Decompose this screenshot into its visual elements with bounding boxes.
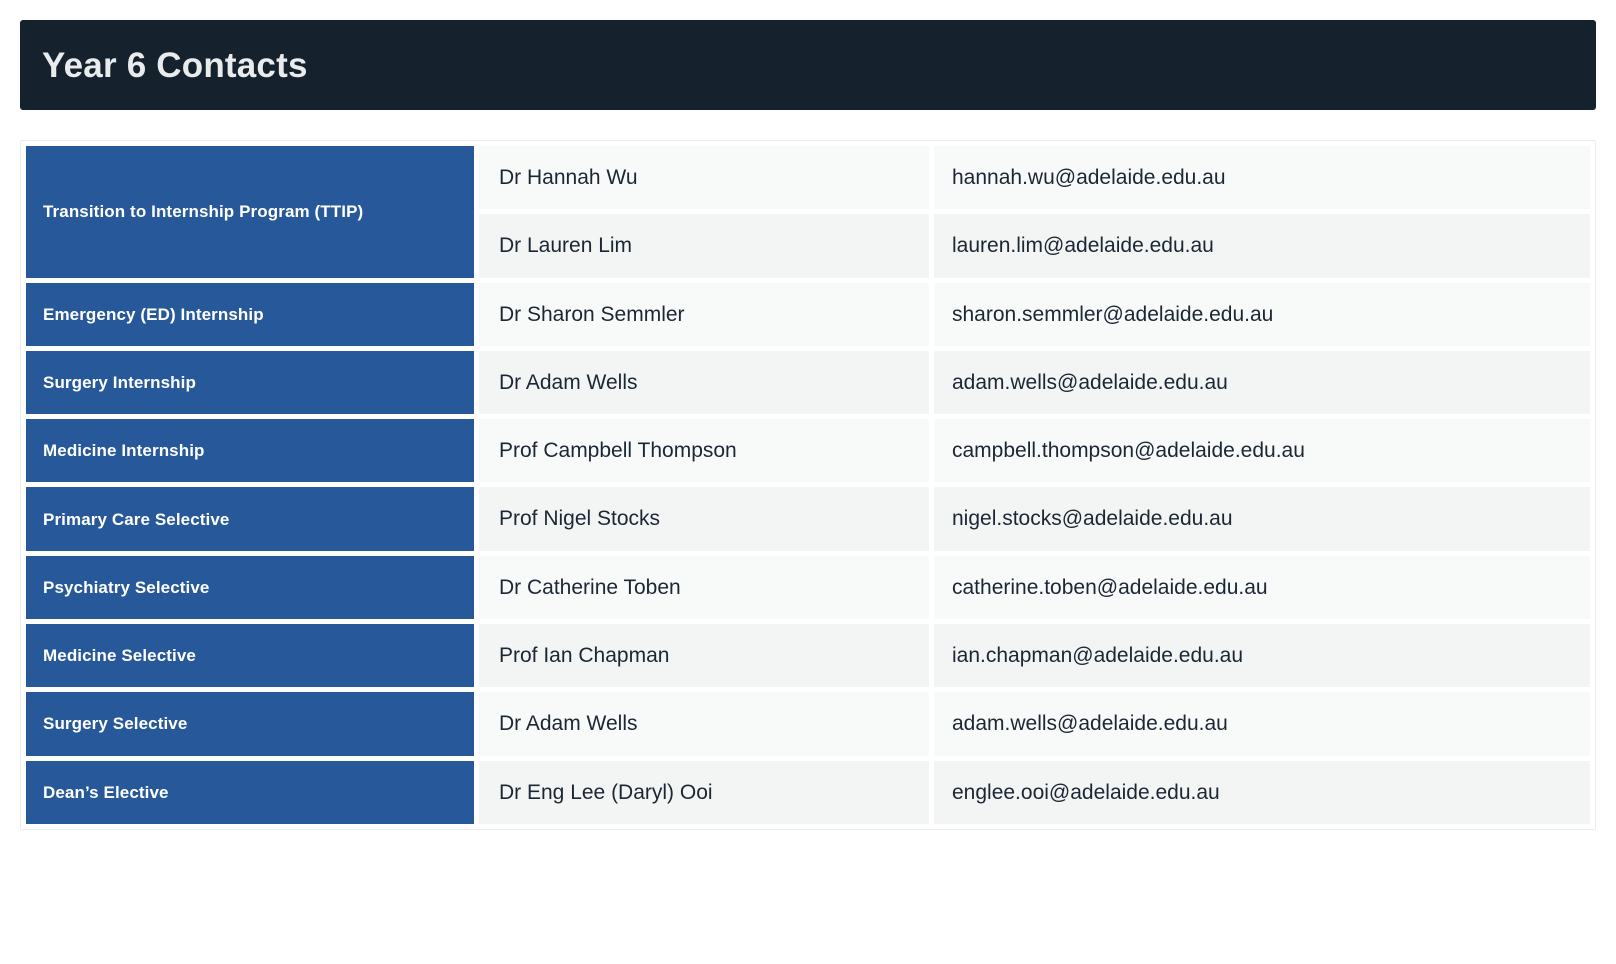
contact-name-cell: Dr Catherine Toben (479, 555, 929, 620)
program-cell: Transition to Internship Program (TTIP) (26, 146, 474, 278)
contact-name-cell: Dr Lauren Lim (479, 214, 929, 278)
page-title: Year 6 Contacts (42, 45, 308, 85)
table-row: Medicine Internship Prof Campbell Thompso… (26, 419, 1590, 483)
contact-email-cell[interactable]: catherine.toben@adelaide.edu.au (934, 555, 1590, 620)
contact-email-cell[interactable]: campbell.thompson@adelaide.edu.au (934, 419, 1590, 483)
program-cell: Surgery Internship (26, 350, 474, 415)
contact-email-cell[interactable]: lauren.lim@adelaide.edu.au (934, 214, 1590, 278)
table-row: Dean’s Elective Dr Eng Lee (Daryl) Ooi eng… (26, 760, 1590, 824)
contact-name-cell: Prof Campbell Thompson (479, 419, 929, 483)
contact-name-cell: Dr Adam Wells (479, 350, 929, 415)
contact-email-cell[interactable]: nigel.stocks@adelaide.edu.au (934, 487, 1590, 551)
contact-email-cell[interactable]: ian.chapman@adelaide.edu.au (934, 624, 1590, 688)
program-cell: Medicine Internship (26, 419, 474, 483)
program-cell: Emergency (ED) Internship (26, 282, 474, 346)
table-row: Emergency (ED) Internship Dr Sharon Semml… (26, 282, 1590, 346)
year-6-contacts-table: Transition to Internship Program (TTIP) D… (21, 141, 1595, 829)
contact-name-cell: Dr Eng Lee (Daryl) Ooi (479, 760, 929, 824)
table-row: Surgery Selective Dr Adam Wells adam.wells… (26, 692, 1590, 756)
table-row: Primary Care Selective Prof Nigel Stocks n… (26, 487, 1590, 551)
contact-name-cell: Prof Ian Chapman (479, 624, 929, 688)
contact-email-cell[interactable]: sharon.semmler@adelaide.edu.au (934, 282, 1590, 346)
contact-name-cell: Dr Adam Wells (479, 692, 929, 756)
contact-email-cell[interactable]: adam.wells@adelaide.edu.au (934, 350, 1590, 415)
program-cell: Surgery Selective (26, 692, 474, 756)
program-cell: Medicine Selective (26, 624, 474, 688)
contact-name-cell: Prof Nigel Stocks (479, 487, 929, 551)
page-header-banner: Year 6 Contacts (20, 20, 1596, 110)
program-cell: Primary Care Selective (26, 487, 474, 551)
contact-name-cell: Dr Hannah Wu (479, 146, 929, 210)
contact-email-cell[interactable]: englee.ooi@adelaide.edu.au (934, 760, 1590, 824)
table-row: Psychiatry Selective Dr Catherine Toben ca… (26, 555, 1590, 620)
contacts-table-container: Transition to Internship Program (TTIP) D… (20, 140, 1596, 830)
contact-email-cell[interactable]: adam.wells@adelaide.edu.au (934, 692, 1590, 756)
table-row: Surgery Internship Dr Adam Wells adam.well… (26, 350, 1590, 415)
contact-email-cell[interactable]: hannah.wu@adelaide.edu.au (934, 146, 1590, 210)
table-row: Transition to Internship Program (TTIP) D… (26, 146, 1590, 278)
program-cell: Dean’s Elective (26, 760, 474, 824)
page-root: Year 6 Contacts Transition to Internship… (0, 0, 1616, 964)
contact-name-cell: Dr Sharon Semmler (479, 282, 929, 346)
program-cell: Psychiatry Selective (26, 555, 474, 620)
table-row: Medicine Selective Prof Ian Chapman ian.ch… (26, 624, 1590, 688)
